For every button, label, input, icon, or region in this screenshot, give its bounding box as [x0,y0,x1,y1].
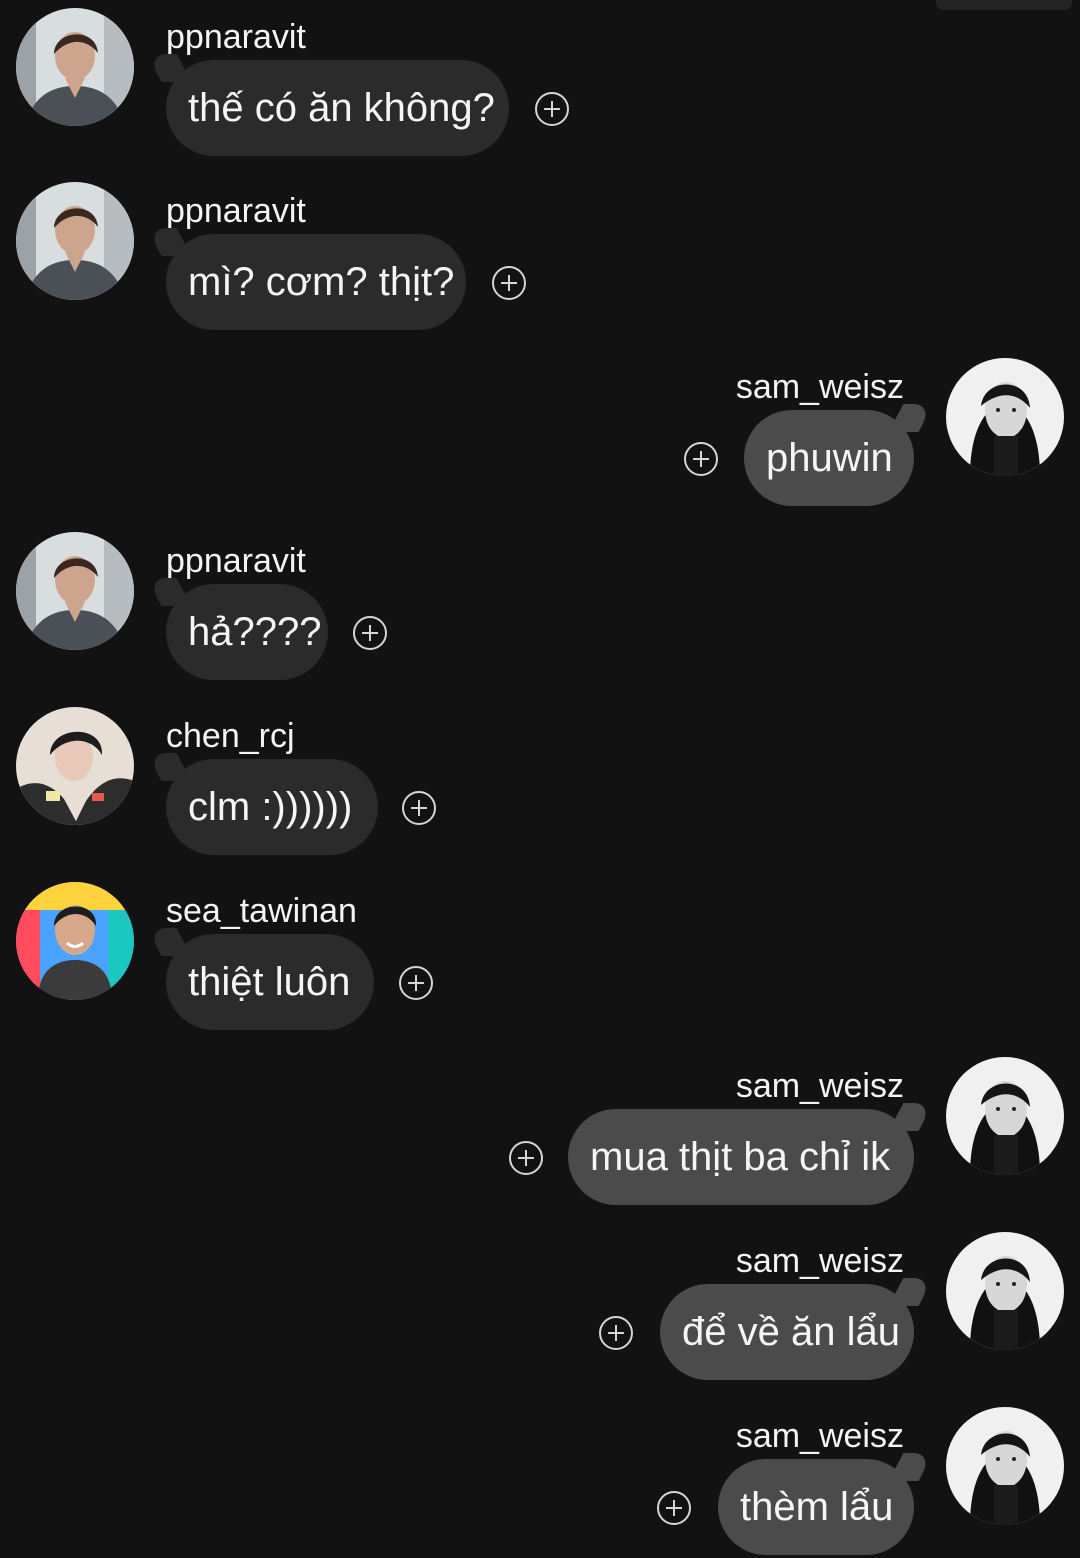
add-reaction-icon[interactable] [599,1316,633,1350]
sea-tawinan-avatar[interactable] [16,882,134,1000]
message-bubble[interactable]: thiệt luôn [166,934,374,1030]
sam-weisz-avatar[interactable] [946,1232,1064,1350]
message-username: sam_weisz [735,1417,904,1455]
message-row: ppnaravit mì? cơm? thịt? [0,182,1080,332]
add-reaction-icon[interactable] [353,616,387,650]
message-username: chen_rcj [166,717,295,755]
sam-weisz-avatar-icon [946,358,1064,476]
message-row: chen_rcj clm :)))))) [0,707,1080,857]
add-reaction-icon[interactable] [492,266,526,300]
ppnaravit-avatar[interactable] [16,182,134,300]
ppnaravit-avatar-icon [16,8,134,126]
message-row: sam_weisz thèm lẩu [0,1407,1080,1557]
sam-weisz-avatar-icon [946,1232,1064,1350]
message-bubble[interactable]: mì? cơm? thịt? [166,234,466,330]
message-row: sam_weisz mua thịt ba chỉ ik [0,1057,1080,1207]
message-username: sam_weisz [735,1242,904,1280]
message-bubble[interactable]: thế có ăn không? [166,60,509,156]
message-bubble[interactable]: để về ăn lẩu [660,1284,914,1380]
ppnaravit-avatar-icon [16,182,134,300]
add-reaction-icon[interactable] [657,1491,691,1525]
message-bubble[interactable]: hả???? [166,584,328,680]
message-bubble[interactable]: thèm lẩu [718,1459,914,1555]
message-username: sam_weisz [735,1067,904,1105]
message-username: sea_tawinan [166,892,357,930]
sam-weisz-avatar[interactable] [946,1407,1064,1525]
message-bubble[interactable]: phuwin [744,410,914,506]
message-row: ppnaravit thế có ăn không? [0,8,1080,158]
sam-weisz-avatar-icon [946,1057,1064,1175]
sam-weisz-avatar[interactable] [946,1057,1064,1175]
message-username: ppnaravit [166,18,306,56]
ppnaravit-avatar-icon [16,532,134,650]
add-reaction-icon[interactable] [402,791,436,825]
add-reaction-icon[interactable] [535,92,569,126]
message-bubble[interactable]: clm :)))))) [166,759,378,855]
message-row: sea_tawinan thiệt luôn [0,882,1080,1032]
chen-rcj-avatar-icon [16,707,134,825]
add-reaction-icon[interactable] [509,1141,543,1175]
sam-weisz-avatar[interactable] [946,358,1064,476]
message-username: ppnaravit [166,542,306,580]
add-reaction-icon[interactable] [399,966,433,1000]
chat-thread: ppnaravit thế có ăn không? ppnaravit mì?… [0,0,1080,1558]
ppnaravit-avatar[interactable] [16,532,134,650]
sea-tawinan-avatar-icon [16,882,134,1000]
message-username: ppnaravit [166,192,306,230]
message-row: sam_weisz phuwin [0,358,1080,508]
sam-weisz-avatar-icon [946,1407,1064,1525]
ppnaravit-avatar[interactable] [16,8,134,126]
add-reaction-icon[interactable] [684,442,718,476]
message-username: sam_weisz [735,368,904,406]
message-row: sam_weisz để về ăn lẩu [0,1232,1080,1382]
chen-rcj-avatar[interactable] [16,707,134,825]
message-bubble[interactable]: mua thịt ba chỉ ik [568,1109,914,1205]
message-row: ppnaravit hả???? [0,532,1080,682]
